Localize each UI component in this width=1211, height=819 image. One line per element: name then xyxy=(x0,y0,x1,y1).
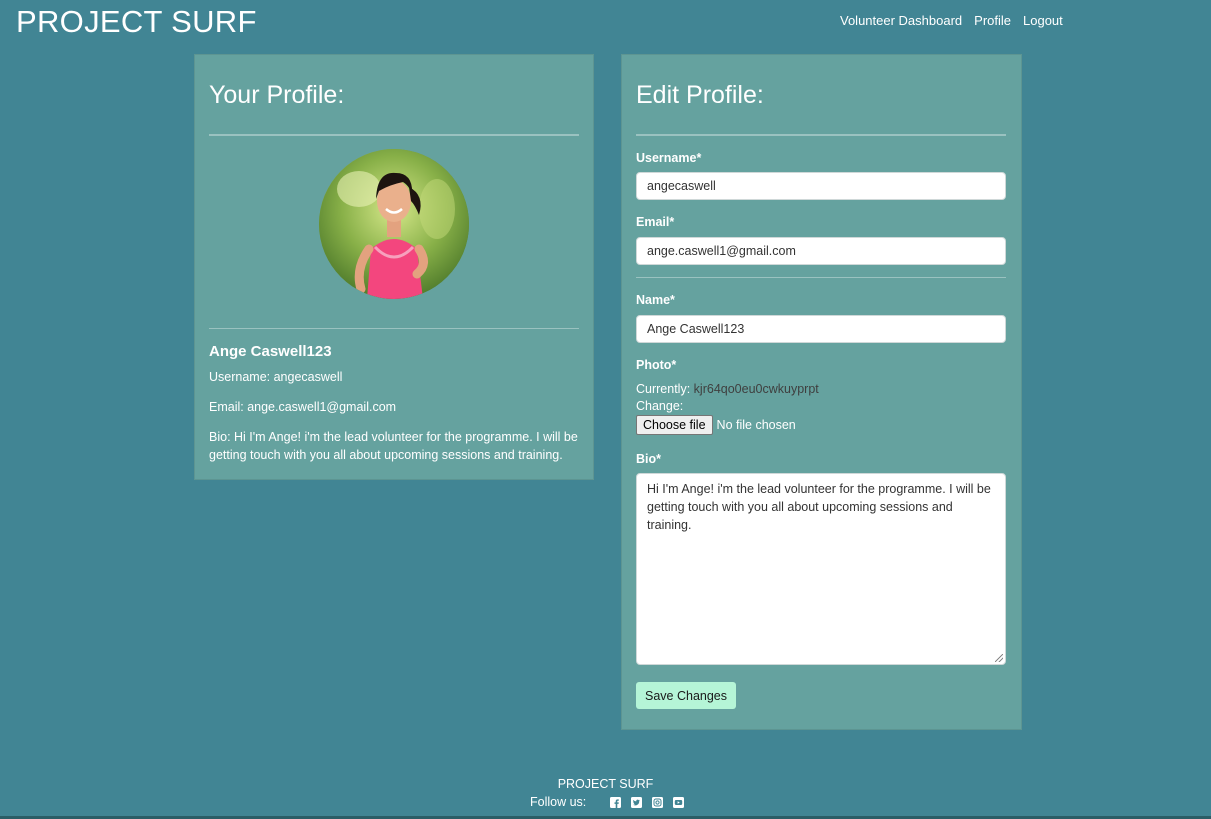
bio-textarea-value: Hi I'm Ange! i'm the lead volunteer for … xyxy=(647,482,991,532)
bio-textarea[interactable]: Hi I'm Ange! i'm the lead volunteer for … xyxy=(636,473,1006,665)
top-nav: Volunteer Dashboard Profile Logout xyxy=(840,13,1063,28)
profile-username: Username: angecaswell xyxy=(209,370,343,384)
change-label: Change: xyxy=(636,399,684,413)
photo-label: Photo* xyxy=(636,358,677,372)
username-field[interactable]: angecaswell xyxy=(636,172,1006,200)
nav-volunteer-dashboard[interactable]: Volunteer Dashboard xyxy=(840,13,962,28)
footer-follow: Follow us: xyxy=(530,795,685,809)
avatar xyxy=(319,149,469,299)
current-photo-link[interactable]: kjr64qo0eu0cwkuyprpt xyxy=(694,382,819,396)
edit-profile-card: Edit Profile: Username* angecaswell Emai… xyxy=(621,54,1022,730)
divider xyxy=(209,328,579,329)
profile-name: Ange Caswell123 xyxy=(209,343,332,360)
name-field[interactable]: Ange Caswell123 xyxy=(636,315,1006,343)
email-label: Email* xyxy=(636,215,675,229)
profile-bio: Bio: Hi I'm Ange! i'm the lead volunteer… xyxy=(209,430,578,462)
choose-file-button[interactable]: Choose file xyxy=(636,415,713,435)
profile-card: Your Profile: Ange Caswell123 Username: … xyxy=(194,54,594,480)
no-file-text: No file chosen xyxy=(716,418,796,432)
youtube-icon[interactable] xyxy=(673,796,685,808)
username-label: Username* xyxy=(636,151,702,165)
facebook-icon[interactable] xyxy=(610,796,622,808)
photo-currently: Currently: kjr64qo0eu0cwkuyprpt xyxy=(636,382,819,396)
brand-logo[interactable]: PROJECT SURF xyxy=(16,4,257,40)
twitter-icon[interactable] xyxy=(631,796,643,808)
profile-email: Email: ange.caswell1@gmail.com xyxy=(209,400,397,414)
footer-brand: PROJECT SURF xyxy=(557,777,654,791)
bio-label: Bio* xyxy=(636,452,661,466)
name-label: Name* xyxy=(636,293,675,307)
edit-profile-title: Edit Profile: xyxy=(636,81,764,109)
currently-label: Currently: xyxy=(636,382,691,396)
profile-card-title: Your Profile: xyxy=(209,81,345,109)
divider xyxy=(636,134,1006,136)
divider xyxy=(209,134,579,136)
follow-label: Follow us: xyxy=(530,795,587,809)
photo-file-input: Choose file No file chosen xyxy=(636,415,796,435)
save-changes-button[interactable]: Save Changes xyxy=(636,682,737,709)
instagram-icon[interactable] xyxy=(652,796,664,808)
email-field[interactable]: ange.caswell1@gmail.com xyxy=(636,237,1006,265)
nav-profile[interactable]: Profile xyxy=(974,13,1011,28)
divider xyxy=(636,277,1006,278)
nav-logout[interactable]: Logout xyxy=(1023,13,1063,28)
resize-grip-icon[interactable] xyxy=(995,654,1003,662)
